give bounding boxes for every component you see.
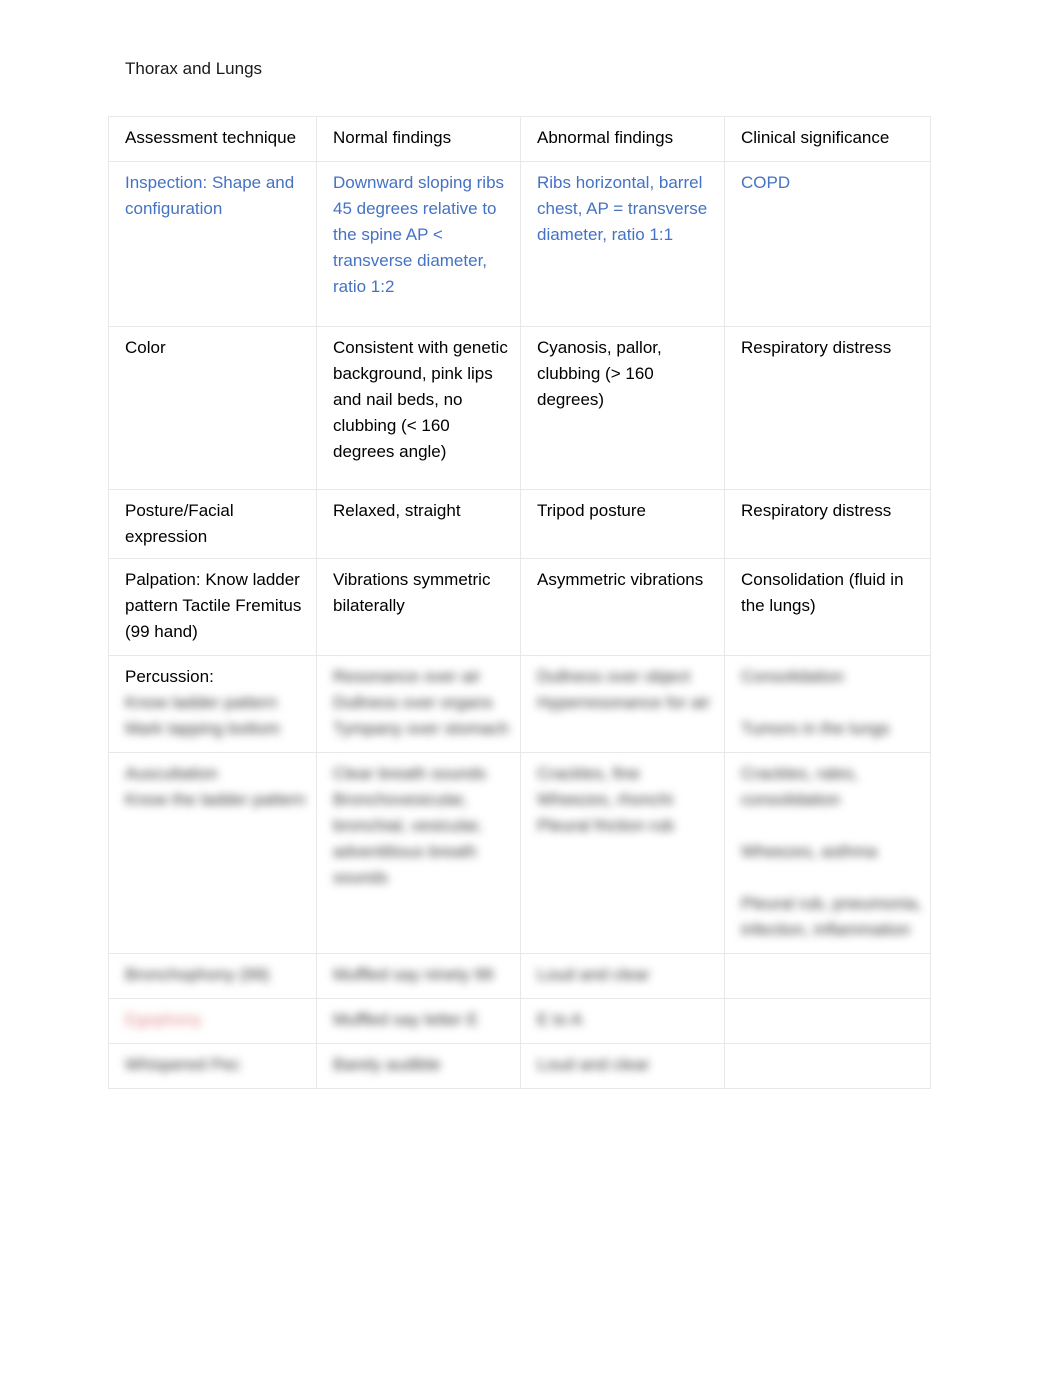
cell-egophony-normal: Muffled say letter E xyxy=(316,998,521,1044)
cell-auscultation-abnormal: Crackles, fine Wheezes, rhonchi Pleural … xyxy=(520,752,725,954)
redacted-text: Crackles, rales, consolidation xyxy=(741,764,859,809)
redacted-text: Muffled say ninety 99 xyxy=(333,965,494,984)
cell-auscultation-significance: Crackles, rales, consolidation Wheezes, … xyxy=(724,752,931,954)
cell-auscultation-normal: Clear breath sounds Bronchovesicular, br… xyxy=(316,752,521,954)
cell-egophony-technique: Egophony xyxy=(108,998,317,1044)
redacted-text: Pleural rub, pneumonia, infection, infla… xyxy=(741,894,922,939)
cell-auscultation-technique: Auscultation Know the ladder pattern xyxy=(108,752,317,954)
document-page: Thorax and Lungs Assessment technique No… xyxy=(0,0,1062,1377)
cell-percussion-technique: Percussion: Know ladder pattern Mark tap… xyxy=(108,655,317,753)
cell-palpation-technique: Palpation: Know ladder pattern Tactile F… xyxy=(108,558,317,656)
redacted-text: Whispered Pec xyxy=(125,1055,241,1074)
redacted-text: Clear breath sounds xyxy=(333,764,487,783)
cell-color-significance: Respiratory distress xyxy=(724,326,931,490)
cell-inspection-significance: COPD xyxy=(724,161,931,327)
redacted-text: Wheezes, asthma xyxy=(741,842,878,861)
redacted-text: Crackles, fine xyxy=(537,764,640,783)
cell-posture-technique: Posture/Facial expression xyxy=(108,489,317,559)
redacted-text: Resonance over air xyxy=(333,667,481,686)
cell-palpation-significance: Consolidation (fluid in the lungs) xyxy=(724,558,931,656)
cell-posture-abnormal: Tripod posture xyxy=(520,489,725,559)
table-row: Color Consistent with genetic background… xyxy=(108,326,931,490)
cell-whispered-abnormal: Loud and clear xyxy=(520,1043,725,1089)
redacted-text: Dullness over organs xyxy=(333,693,493,712)
cell-bronchophony-normal: Muffled say ninety 99 xyxy=(316,953,521,999)
thorax-lungs-findings-table: Assessment technique Normal findings Abn… xyxy=(108,116,931,1089)
table-row: Egophony Muffled say letter E E to A xyxy=(108,998,931,1044)
redacted-text: Bronchovesicular, bronchial, vesicular, … xyxy=(333,790,483,887)
cell-palpation-normal: Vibrations symmetric bilaterally xyxy=(316,558,521,656)
redacted-text: Hyperresonance for air xyxy=(537,693,710,712)
redacted-text: Bronchophony (99) xyxy=(125,965,270,984)
cell-egophony-significance xyxy=(724,998,931,1044)
cell-palpation-abnormal: Asymmetric vibrations xyxy=(520,558,725,656)
cell-bronchophony-abnormal: Loud and clear xyxy=(520,953,725,999)
page-title: Thorax and Lungs xyxy=(125,59,263,78)
table-row: Posture/Facial expression Relaxed, strai… xyxy=(108,489,931,559)
cell-color-technique: Color xyxy=(108,326,317,490)
table-row: Inspection: Shape and configuration Down… xyxy=(108,161,931,327)
cell-inspection-abnormal: Ribs horizontal, barrel chest, AP = tran… xyxy=(520,161,725,327)
redacted-text: Loud and clear xyxy=(537,965,650,984)
cell-inspection-technique: Inspection: Shape and configuration xyxy=(108,161,317,327)
table-header: Assessment technique Normal findings Abn… xyxy=(108,116,931,162)
cell-bronchophony-technique: Bronchophony (99) xyxy=(108,953,317,999)
redacted-text: E to A xyxy=(537,1010,583,1029)
cell-whispered-normal: Barely audible xyxy=(316,1043,521,1089)
column-header-clinical-significance: Clinical significance xyxy=(724,116,931,162)
redacted-text: Know ladder pattern xyxy=(125,693,278,712)
redacted-text: Muffled say letter E xyxy=(333,1010,479,1029)
redacted-text: Mark tapping bottom xyxy=(125,719,280,738)
column-header-assessment-technique: Assessment technique xyxy=(108,116,317,162)
cell-whispered-significance xyxy=(724,1043,931,1089)
column-header-normal-findings: Normal findings xyxy=(316,116,521,162)
table-body: Inspection: Shape and configuration Down… xyxy=(108,161,931,1089)
redacted-text: Consolidation xyxy=(741,667,845,686)
table-row: Percussion: Know ladder pattern Mark tap… xyxy=(108,655,931,753)
cell-posture-significance: Respiratory distress xyxy=(724,489,931,559)
cell-color-abnormal: Cyanosis, pallor, clubbing (> 160 degree… xyxy=(520,326,725,490)
cell-bronchophony-significance xyxy=(724,953,931,999)
cell-percussion-normal: Resonance over air Dullness over organs … xyxy=(316,655,521,753)
redacted-text: Tympany over stomach xyxy=(333,719,509,738)
table-row: Bronchophony (99) Muffled say ninety 99 … xyxy=(108,953,931,999)
table-row: Whispered Pec Barely audible Loud and cl… xyxy=(108,1043,931,1089)
redacted-text: Pleural friction rub xyxy=(537,816,675,835)
cell-posture-normal: Relaxed, straight xyxy=(316,489,521,559)
redacted-text: Auscultation xyxy=(125,764,218,783)
cell-percussion-label: Percussion: xyxy=(125,667,214,686)
cell-egophony-abnormal: E to A xyxy=(520,998,725,1044)
findings-table-container: Assessment technique Normal findings Abn… xyxy=(108,116,931,1089)
column-header-abnormal-findings: Abnormal findings xyxy=(520,116,725,162)
cell-inspection-normal: Downward sloping ribs 45 degrees relativ… xyxy=(316,161,521,327)
cell-color-normal: Consistent with genetic background, pink… xyxy=(316,326,521,490)
table-header-row: Assessment technique Normal findings Abn… xyxy=(108,116,931,162)
redacted-text: Tumors in the lungs xyxy=(741,719,890,738)
redacted-text: Loud and clear xyxy=(537,1055,650,1074)
cell-whispered-technique: Whispered Pec xyxy=(108,1043,317,1089)
cell-percussion-abnormal: Dullness over object Hyperresonance for … xyxy=(520,655,725,753)
redacted-text: Barely audible xyxy=(333,1055,441,1074)
redacted-red-marker: Egophony xyxy=(125,1010,202,1029)
redacted-text: Know the ladder pattern xyxy=(125,790,306,809)
table-row: Palpation: Know ladder pattern Tactile F… xyxy=(108,558,931,656)
redacted-text: Dullness over object xyxy=(537,667,691,686)
redacted-text: Wheezes, rhonchi xyxy=(537,790,674,809)
cell-percussion-significance: Consolidation Tumors in the lungs xyxy=(724,655,931,753)
table-row: Auscultation Know the ladder pattern Cle… xyxy=(108,752,931,954)
